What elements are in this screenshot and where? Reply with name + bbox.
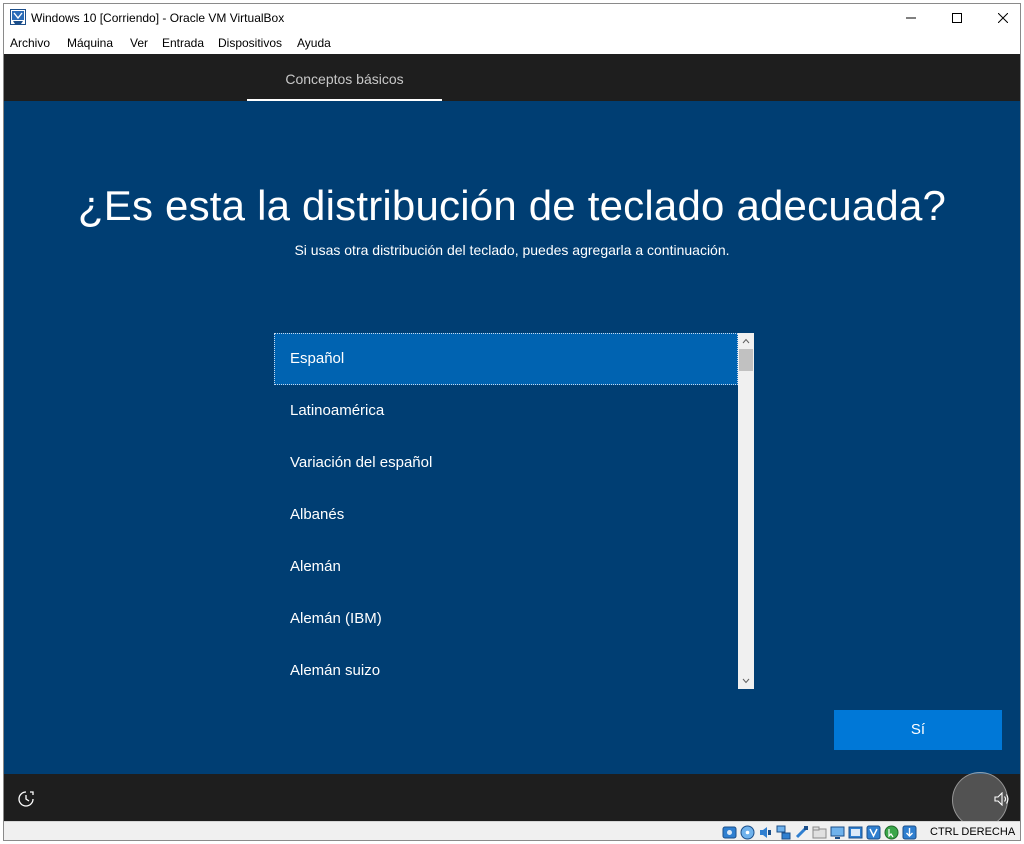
window-title: Windows 10 [Corriendo] - Oracle VM Virtu… (31, 11, 285, 25)
setup-top-bar: Conceptos básicos (4, 54, 1020, 101)
layout-item-aleman-suizo[interactable]: Alemán suizo (274, 645, 738, 689)
setup-bottom-bar (4, 772, 1020, 821)
accessibility-icon[interactable] (17, 790, 35, 808)
minimize-button[interactable] (888, 4, 934, 32)
vm-display[interactable]: Conceptos básicos ¿Es esta la distribuci… (4, 54, 1020, 821)
virtualbox-app-icon (10, 9, 26, 25)
host-key-label: CTRL DERECHA (930, 826, 1016, 838)
layout-item-albanes[interactable]: Albanés (274, 489, 738, 541)
display-icon[interactable] (830, 825, 845, 840)
keyboard-capture-icon[interactable] (902, 825, 917, 840)
audio-icon[interactable] (758, 825, 773, 840)
chevron-down-icon (742, 678, 750, 684)
scroll-down-button[interactable] (738, 673, 754, 689)
maximize-icon (952, 13, 962, 23)
layout-item-variacion-espanol[interactable]: Variación del español (274, 437, 738, 489)
layout-item-latinoamerica[interactable]: Latinoamérica (274, 385, 738, 437)
optical-drive-icon[interactable] (740, 825, 755, 840)
active-tab-indicator (247, 99, 442, 101)
menu-dispositivos[interactable]: Dispositivos (218, 36, 282, 50)
layout-item-aleman-ibm[interactable]: Alemán (IBM) (274, 593, 738, 645)
maximize-button[interactable] (934, 4, 980, 32)
title-bar[interactable]: Windows 10 [Corriendo] - Oracle VM Virtu… (4, 4, 1020, 32)
close-icon (998, 13, 1008, 23)
virtualization-icon[interactable] (866, 825, 881, 840)
status-bar: CTRL DERECHA (4, 821, 1020, 840)
close-button[interactable] (980, 4, 1020, 32)
mouse-integration-icon[interactable] (884, 825, 899, 840)
page-subtitle: Si usas otra distribución del teclado, p… (294, 242, 730, 258)
list-scrollbar[interactable] (738, 333, 754, 689)
tab-conceptos-basicos: Conceptos básicos (285, 71, 404, 87)
menu-ver[interactable]: Ver (130, 36, 148, 50)
menu-ayuda[interactable]: Ayuda (297, 36, 331, 50)
scroll-thumb[interactable] (739, 349, 753, 371)
shared-folders-icon[interactable] (812, 825, 827, 840)
chevron-up-icon (742, 338, 750, 344)
menu-maquina[interactable]: Máquina (67, 36, 113, 50)
video-capture-icon[interactable] (848, 825, 863, 840)
keyboard-layout-list[interactable]: Español Latinoamérica Variación del espa… (274, 333, 754, 689)
menu-entrada[interactable]: Entrada (162, 36, 204, 50)
yes-button[interactable]: Sí (834, 710, 1002, 750)
minimize-icon (906, 17, 916, 19)
usb-icon[interactable] (794, 825, 809, 840)
scroll-up-button[interactable] (738, 333, 754, 349)
menu-archivo[interactable]: Archivo (10, 36, 50, 50)
network-icon[interactable] (776, 825, 791, 840)
volume-icon[interactable] (994, 792, 1010, 806)
layout-item-espanol[interactable]: Español (274, 333, 738, 385)
menu-bar: Archivo Máquina Ver Entrada Dispositivos… (4, 32, 1020, 54)
hard-disk-icon[interactable] (722, 825, 737, 840)
layout-item-aleman[interactable]: Alemán (274, 541, 738, 593)
virtualbox-window: Windows 10 [Corriendo] - Oracle VM Virtu… (3, 3, 1021, 841)
page-title: ¿Es esta la distribución de teclado adec… (77, 182, 947, 229)
